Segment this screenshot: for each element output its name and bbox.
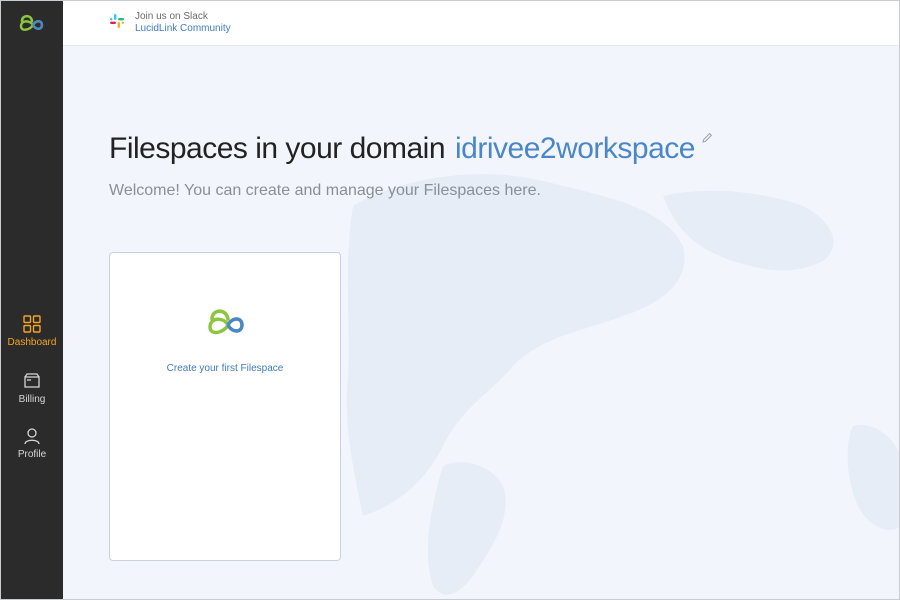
sidebar-item-dashboard[interactable]: Dashboard xyxy=(1,315,63,348)
lucidlink-logo-icon[interactable] xyxy=(18,12,44,34)
user-icon xyxy=(24,428,40,445)
page-title-text: Filespaces in your domain xyxy=(109,132,446,165)
domain-name: idrivee2workspace xyxy=(455,132,695,165)
create-filespace-link[interactable]: Create your first Filespace xyxy=(110,363,340,374)
grid-icon xyxy=(23,315,41,333)
create-filespace-card[interactable]: Create your first Filespace xyxy=(109,252,341,561)
sidebar-item-profile[interactable]: Profile xyxy=(1,427,63,460)
sidebar-item-billing[interactable]: Billing xyxy=(1,372,63,405)
wallet-icon xyxy=(24,373,40,388)
pencil-icon[interactable] xyxy=(701,132,713,144)
slack-icon[interactable] xyxy=(109,13,125,29)
slack-community-link[interactable]: Join us on Slack LucidLink Community xyxy=(135,11,231,35)
welcome-subtitle: Welcome! You can create and manage your … xyxy=(109,182,541,199)
slack-join-text: Join us on Slack xyxy=(135,11,208,22)
sidebar-item-label: Billing xyxy=(18,394,46,405)
top-bar: Join us on Slack LucidLink Community xyxy=(63,1,899,46)
main-content: Filespaces in your domain idrivee2workspa… xyxy=(63,46,899,599)
slack-community-name[interactable]: LucidLink Community xyxy=(135,23,231,35)
sidebar: Dashboard Billing Profile xyxy=(1,1,63,599)
lucidlink-logo-icon xyxy=(208,309,244,335)
app-window: Dashboard Billing Profile Join us on Sla… xyxy=(0,0,900,600)
sidebar-item-label: Dashboard xyxy=(7,337,57,348)
page-title: Filespaces in your domain idrivee2workspa… xyxy=(109,132,713,166)
sidebar-item-label: Profile xyxy=(17,449,47,460)
